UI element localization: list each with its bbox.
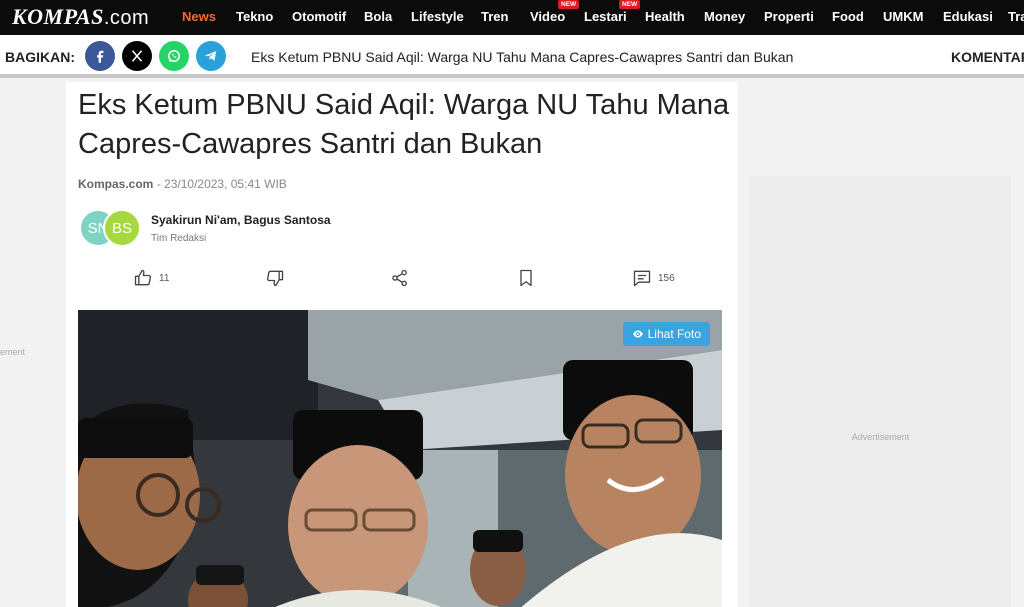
article-card: Eks Ketum PBNU Said Aqil: Warga NU Tahu … [66, 82, 738, 607]
article-photo-image [78, 310, 722, 607]
avatar[interactable]: BS [103, 209, 141, 247]
nav-tren-cut[interactable]: Tra [1008, 9, 1024, 24]
avatar-initials: BS [111, 219, 132, 237]
lihat-foto-label: Lihat Foto [647, 327, 701, 341]
share-article-title: Eks Ketum PBNU Said Aqil: Warga NU Tahu … [251, 49, 794, 65]
x-icon [131, 50, 143, 62]
facebook-share-button[interactable] [85, 41, 115, 71]
nav-properti[interactable]: Properti [764, 9, 814, 24]
lihat-foto-button[interactable]: Lihat Foto [622, 322, 710, 346]
comment-icon [633, 270, 651, 287]
kompas-logo[interactable]: KOMPAS.com [12, 4, 149, 30]
nav-news[interactable]: News [182, 9, 216, 24]
article-datetime: - 23/10/2023, 05:41 WIB [156, 177, 287, 191]
thumbs-up-icon [134, 269, 152, 286]
new-badge: NEW [558, 0, 580, 9]
nav-umkm[interactable]: UMKM [883, 9, 923, 24]
logo-suffix: .com [103, 7, 150, 29]
nav-edukasi[interactable]: Edukasi [943, 9, 993, 24]
bookmark-icon [520, 269, 532, 287]
nav-lestari[interactable]: Lestari [584, 9, 627, 24]
telegram-share-button[interactable] [196, 41, 226, 71]
nav-bola[interactable]: Bola [364, 9, 392, 24]
article-authors[interactable]: Syakirun Ni'am, Bagus Santosa [151, 213, 331, 227]
article-photo[interactable]: Lihat Foto [78, 310, 722, 607]
left-advertisement-label: ement [0, 347, 26, 357]
dislike-button[interactable] [265, 268, 285, 288]
like-count: 11 [159, 272, 170, 284]
article-meta: Kompas.com - 23/10/2023, 05:41 WIB [78, 177, 287, 191]
nav-money[interactable]: Money [704, 9, 745, 24]
telegram-icon [205, 51, 217, 61]
share-label: BAGIKAN: [5, 49, 75, 65]
share-icon [392, 269, 407, 287]
comment-button[interactable]: 156 [632, 268, 675, 288]
like-button[interactable]: 11 [133, 268, 169, 288]
top-navigation: KOMPAS.com News Tekno Otomotif Bola Life… [0, 0, 1024, 35]
article-title: Eks Ketum PBNU Said Aqil: Warga NU Tahu … [78, 89, 730, 160]
thumbs-down-icon [266, 270, 284, 287]
logo-text: KOMPAS [12, 4, 104, 29]
advertisement-label: Advertisement [851, 432, 910, 442]
nav-lifestyle[interactable]: Lifestyle [411, 9, 464, 24]
eye-icon [632, 330, 643, 338]
x-share-button[interactable] [122, 41, 152, 71]
share-button[interactable] [390, 268, 410, 288]
nav-otomotif[interactable]: Otomotif [292, 9, 346, 24]
nav-video[interactable]: Video [530, 9, 565, 24]
whatsapp-share-button[interactable] [159, 41, 189, 71]
bookmark-button[interactable] [516, 268, 536, 288]
nav-tren[interactable]: Tren [481, 9, 508, 24]
whatsapp-icon [168, 50, 180, 62]
nav-tekno[interactable]: Tekno [236, 9, 273, 24]
share-bar: BAGIKAN: Eks Ketum PBNU Said Aqil: Warga… [0, 35, 1024, 78]
article-source[interactable]: Kompas.com [78, 177, 153, 191]
nav-health[interactable]: Health [645, 9, 685, 24]
right-advertisement[interactable]: Advertisement [750, 176, 1011, 607]
nav-food[interactable]: Food [832, 9, 864, 24]
comment-count: 156 [658, 272, 675, 284]
facebook-icon [97, 50, 104, 63]
komentar-button[interactable]: KOMENTAR [951, 49, 1024, 65]
author-team: Tim Redaksi [151, 233, 207, 244]
new-badge: NEW [619, 0, 641, 9]
